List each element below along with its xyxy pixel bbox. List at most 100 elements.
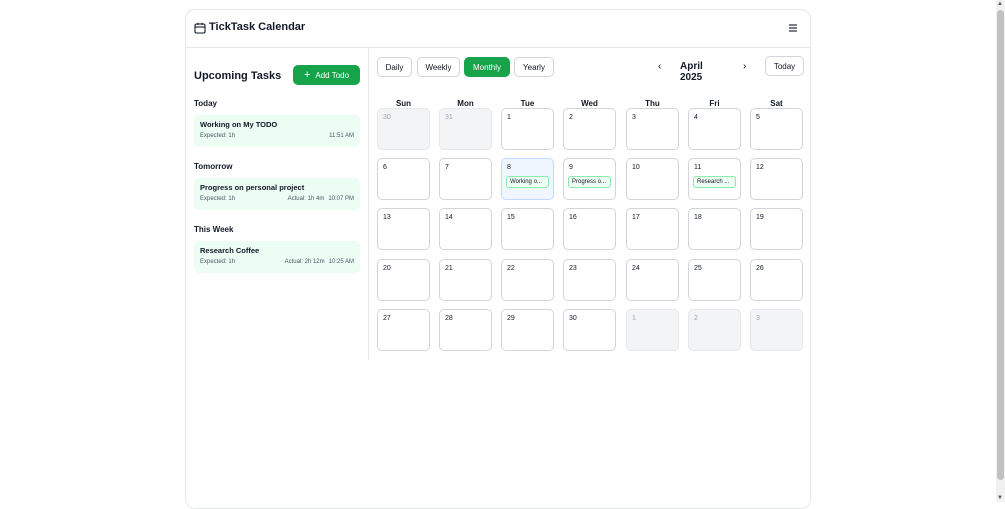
day-cell[interactable]: 5 (750, 108, 803, 150)
task-time: 10:07 PM (328, 196, 354, 202)
day-cell[interactable]: 9 Progress o... (563, 158, 616, 200)
calendar-event[interactable]: Working o... (506, 176, 549, 188)
day-number: 21 (445, 265, 453, 272)
day-number: 10 (632, 164, 640, 171)
calendar-event[interactable]: Research ... (693, 176, 736, 188)
day-cell[interactable]: 27 (377, 309, 430, 351)
day-cell[interactable]: 6 (377, 158, 430, 200)
day-number: 11 (694, 164, 702, 171)
day-number: 1 (632, 315, 636, 322)
view-monthly-button[interactable]: Monthly (464, 57, 510, 77)
day-cell[interactable]: 17 (626, 208, 679, 250)
task-card[interactable]: Working on My TODO Expected: 1h 11:51 AM (194, 115, 360, 147)
day-number: 6 (383, 164, 387, 171)
calendar-event[interactable]: Progress o... (568, 176, 611, 188)
prev-month-icon[interactable]: ‹ (658, 61, 661, 72)
day-number: 31 (445, 114, 453, 121)
day-cell[interactable]: 2 (688, 309, 741, 351)
task-card[interactable]: Research Coffee Expected: 1h Actual: 2h … (194, 241, 360, 273)
day-cell[interactable]: 26 (750, 259, 803, 301)
sidebar: Upcoming Tasks + Add Todo Today Working … (186, 48, 369, 360)
day-cell[interactable]: 3 (626, 108, 679, 150)
day-cell[interactable]: 2 (563, 108, 616, 150)
day-cell[interactable]: 7 (439, 158, 492, 200)
add-todo-button[interactable]: + Add Todo (293, 65, 360, 85)
weekday-header: Thu (645, 99, 660, 108)
day-cell[interactable]: 3 (750, 309, 803, 351)
day-cell[interactable]: 21 (439, 259, 492, 301)
task-expected: Expected: 1h (200, 196, 236, 202)
app-title: TickTask Calendar (209, 21, 306, 33)
weekday-header: Fri (709, 99, 720, 108)
view-yearly-button[interactable]: Yearly (514, 57, 554, 77)
task-title: Working on My TODO (200, 120, 278, 129)
view-daily-button[interactable]: Daily (377, 57, 412, 77)
day-number: 23 (569, 265, 577, 272)
weekday-header: Tue (520, 99, 535, 108)
task-title: Research Coffee (200, 246, 260, 255)
day-cell[interactable]: 1 (501, 108, 554, 150)
day-number: 17 (632, 214, 640, 221)
day-number: 1 (507, 114, 511, 121)
scrollbar[interactable]: ▲ ▼ (996, 0, 1005, 502)
day-cell[interactable]: 30 (563, 309, 616, 351)
day-number: 3 (756, 315, 760, 322)
day-number: 28 (445, 315, 453, 322)
day-cell[interactable]: 8 Working o... (501, 158, 554, 200)
day-number: 2 (569, 114, 573, 121)
day-number: 30 (383, 114, 391, 121)
section-label-this-week: This Week (194, 225, 234, 234)
task-actual: Actual: 2h 12m (284, 259, 325, 265)
view-weekly-button[interactable]: Weekly (417, 57, 460, 77)
add-todo-label: Add Todo (315, 70, 350, 80)
day-cell[interactable]: 10 (626, 158, 679, 200)
header: TickTask Calendar (186, 10, 810, 48)
day-cell[interactable]: 11 Research ... (688, 158, 741, 200)
hamburger-icon[interactable] (788, 23, 798, 33)
scroll-up-icon[interactable]: ▲ (997, 1, 1003, 7)
day-cell[interactable]: 25 (688, 259, 741, 301)
day-cell[interactable]: 31 (439, 108, 492, 150)
weekday-header: Sun (395, 99, 412, 108)
day-number: 29 (507, 315, 515, 322)
day-number: 25 (694, 265, 702, 272)
day-cell[interactable]: 1 (626, 309, 679, 351)
day-number: 2 (694, 315, 698, 322)
day-number: 3 (632, 114, 636, 121)
day-cell[interactable]: 19 (750, 208, 803, 250)
day-number: 9 (569, 164, 573, 171)
day-cell[interactable]: 30 (377, 108, 430, 150)
section-label-today: Today (194, 99, 217, 108)
day-cell[interactable]: 15 (501, 208, 554, 250)
scroll-down-icon[interactable]: ▼ (997, 495, 1003, 501)
day-number: 16 (569, 214, 577, 221)
calendar-icon (194, 22, 206, 34)
weekday-header: Wed (581, 99, 598, 108)
day-number: 8 (507, 164, 511, 171)
day-cell[interactable]: 13 (377, 208, 430, 250)
day-cell[interactable]: 18 (688, 208, 741, 250)
task-card[interactable]: Progress on personal project Expected: 1… (194, 178, 360, 210)
day-cell[interactable]: 4 (688, 108, 741, 150)
day-cell[interactable]: 12 (750, 158, 803, 200)
month-title: April 2025 (680, 61, 703, 83)
day-cell[interactable]: 28 (439, 309, 492, 351)
day-number: 30 (569, 315, 577, 322)
day-cell[interactable]: 16 (563, 208, 616, 250)
day-cell[interactable]: 14 (439, 208, 492, 250)
day-cell[interactable]: 24 (626, 259, 679, 301)
task-title: Progress on personal project (200, 183, 305, 192)
next-month-icon[interactable]: › (743, 61, 746, 72)
day-cell[interactable]: 20 (377, 259, 430, 301)
task-time: 11:51 AM (329, 133, 354, 139)
upcoming-title: Upcoming Tasks (194, 70, 282, 82)
day-number: 24 (632, 265, 640, 272)
plus-icon: + (303, 68, 311, 81)
task-expected: Expected: 1h (200, 133, 236, 139)
today-button[interactable]: Today (765, 56, 804, 76)
scroll-thumb[interactable] (997, 10, 1004, 480)
day-cell[interactable]: 29 (501, 309, 554, 351)
weekday-header: Mon (457, 99, 474, 108)
day-cell[interactable]: 23 (563, 259, 616, 301)
day-cell[interactable]: 22 (501, 259, 554, 301)
